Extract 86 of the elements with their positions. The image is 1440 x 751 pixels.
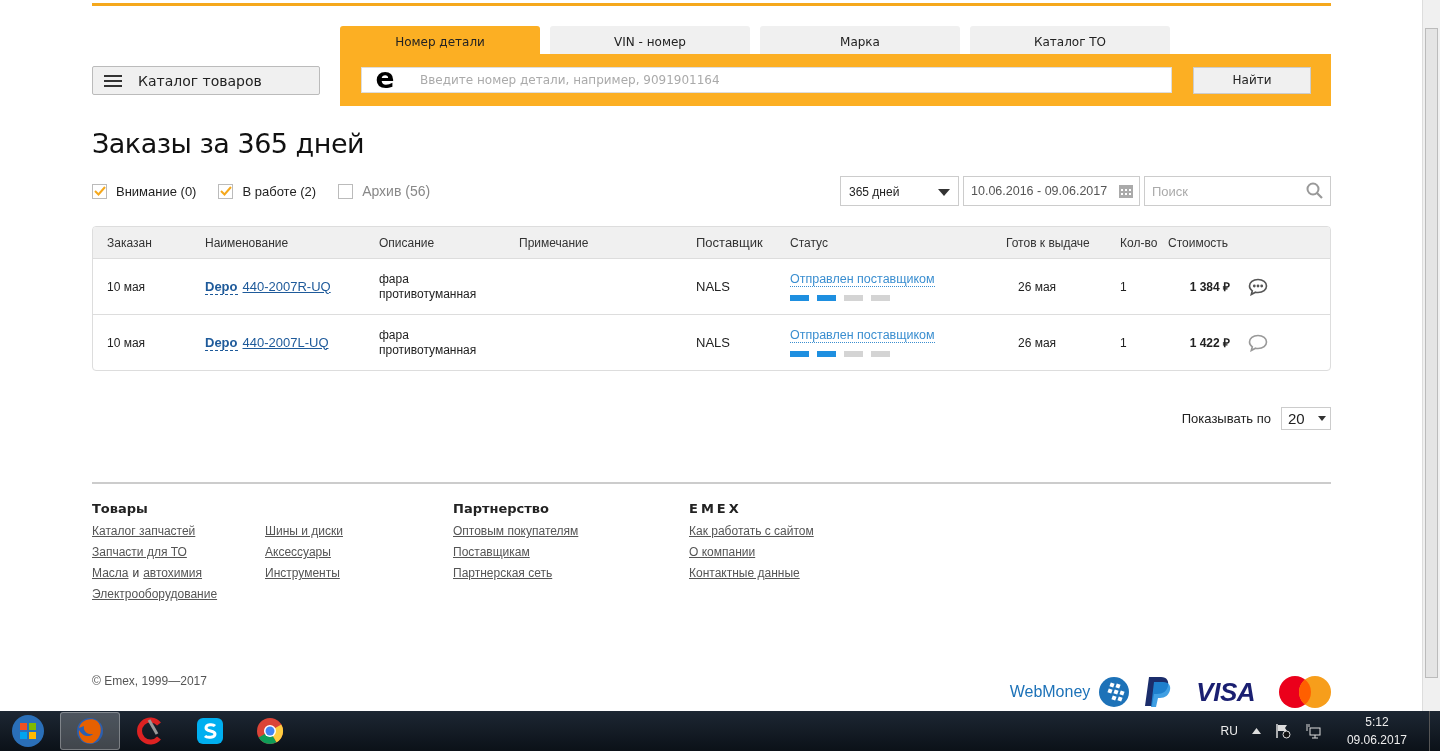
footer-link[interactable]: Электрооборудование	[92, 587, 218, 601]
calendar-icon	[1118, 183, 1134, 199]
search-icon	[1306, 182, 1323, 199]
quantity: 1	[1119, 335, 1128, 350]
language-indicator[interactable]: RU	[1220, 724, 1238, 738]
chrome-icon	[255, 716, 285, 746]
paypal-logo	[1144, 676, 1173, 708]
search-tab[interactable]: Марка	[760, 26, 960, 54]
flag-icon[interactable]	[1274, 723, 1291, 739]
webmoney-logo: WebMoney	[1009, 683, 1091, 701]
search-tab[interactable]: Каталог ТО	[970, 26, 1170, 54]
find-button[interactable]: Найти	[1193, 66, 1311, 94]
checkbox[interactable]	[92, 183, 107, 199]
column-header: Стоимость	[1168, 235, 1230, 250]
comment-icon[interactable]	[1248, 333, 1268, 352]
page-size-select[interactable]: 20	[1281, 407, 1331, 430]
up-arrow-icon[interactable]	[1251, 728, 1261, 734]
copyright: © Emex, 1999—2017	[92, 674, 207, 688]
s-letter-icon	[195, 716, 225, 746]
caret-icon	[1318, 416, 1326, 421]
footer-link[interactable]: О компании	[689, 545, 756, 559]
column-header: Статус	[790, 235, 829, 250]
footer-text: и	[132, 566, 140, 580]
date-range-field[interactable]: 10.06.2016 - 09.06.2017	[963, 176, 1140, 206]
brand-link[interactable]: Depo	[205, 278, 238, 295]
part-number-link[interactable]: 440-2007R-UQ	[242, 278, 331, 295]
emex-logo: e	[374, 67, 396, 91]
comments-icon[interactable]	[1248, 277, 1268, 296]
footer-link[interactable]: Каталог запчастей	[92, 524, 196, 538]
column-header: Кол-во	[1119, 235, 1159, 250]
checkbox[interactable]	[218, 183, 234, 199]
column-header: Заказан	[107, 235, 153, 250]
order-date: 10 мая	[107, 335, 147, 350]
ready-date: 26 мая	[1017, 279, 1058, 294]
column-header: Поставщик	[696, 235, 764, 250]
column-header: Наименование	[205, 235, 290, 250]
checkbox[interactable]	[338, 183, 354, 199]
footer-heading: Товары	[92, 501, 149, 516]
part-number-link[interactable]: 440-2007L-UQ	[242, 334, 329, 351]
footer-heading: EMEX	[689, 501, 743, 516]
ready-date: 26 мая	[1017, 335, 1058, 350]
description: фара противотуманная	[379, 327, 478, 358]
price: 1 384 ₽	[1188, 279, 1231, 295]
supplier: NALS	[696, 335, 731, 350]
price: 1 422 ₽	[1188, 335, 1231, 351]
page-size-label: Показывать по	[1181, 411, 1271, 426]
filter-label: Внимание (0)	[116, 183, 197, 199]
globe-icon	[1098, 676, 1131, 708]
quantity: 1	[1119, 279, 1128, 294]
status-link[interactable]: Отправлен поставщиком	[790, 272, 935, 287]
footer-link[interactable]: Партнерская сеть	[453, 566, 553, 580]
footer-link[interactable]: Запчасти для ТО	[92, 545, 187, 559]
menu-icon	[104, 74, 122, 87]
supplier: NALS	[696, 279, 731, 294]
search-field[interactable]: Поиск	[1144, 176, 1331, 206]
footer-link[interactable]: Масла	[92, 566, 129, 580]
visa-logo: VISA	[1196, 676, 1255, 708]
mastercard-logo	[1279, 676, 1331, 708]
footer-link[interactable]: Контактные данные	[689, 566, 800, 580]
footer-link[interactable]: Как работать с сайтом	[689, 524, 814, 538]
search-tab[interactable]: Номер детали	[340, 26, 540, 54]
description: фара противотуманная	[379, 271, 478, 302]
footer-link[interactable]: Поставщикам	[453, 545, 530, 559]
filter-label: Архив (56)	[362, 183, 431, 199]
search-tab[interactable]: VIN - номер	[550, 26, 750, 54]
status-link[interactable]: Отправлен поставщиком	[790, 328, 935, 343]
footer-link[interactable]: Оптовым покупателям	[453, 524, 579, 538]
clock[interactable]: 5:12 09.06.2017	[1346, 713, 1407, 749]
brand-link[interactable]: Depo	[205, 334, 238, 351]
page-title: Заказы за 365 дней	[92, 128, 366, 159]
order-date: 10 мая	[107, 279, 147, 294]
scrollbar[interactable]	[1422, 0, 1440, 711]
caret-icon	[938, 188, 950, 196]
footer-heading: Партнерство	[453, 501, 550, 516]
period-select[interactable]: 365 дней	[840, 176, 959, 206]
filter-label: В работе (2)	[242, 183, 317, 199]
network-icon[interactable]	[1304, 723, 1321, 739]
fox-globe-icon	[75, 716, 105, 746]
footer-link[interactable]: автохимия	[143, 566, 203, 580]
footer-link[interactable]: Инструменты	[265, 566, 340, 580]
catalog-button[interactable]: Каталог товаров	[92, 66, 320, 95]
footer-link[interactable]: Аксессуары	[265, 545, 331, 559]
column-header: Описание	[379, 235, 436, 250]
column-header: Примечание	[519, 235, 590, 250]
footer-link[interactable]: Шины и диски	[265, 524, 343, 538]
column-header: Готов к выдаче	[1005, 235, 1091, 250]
